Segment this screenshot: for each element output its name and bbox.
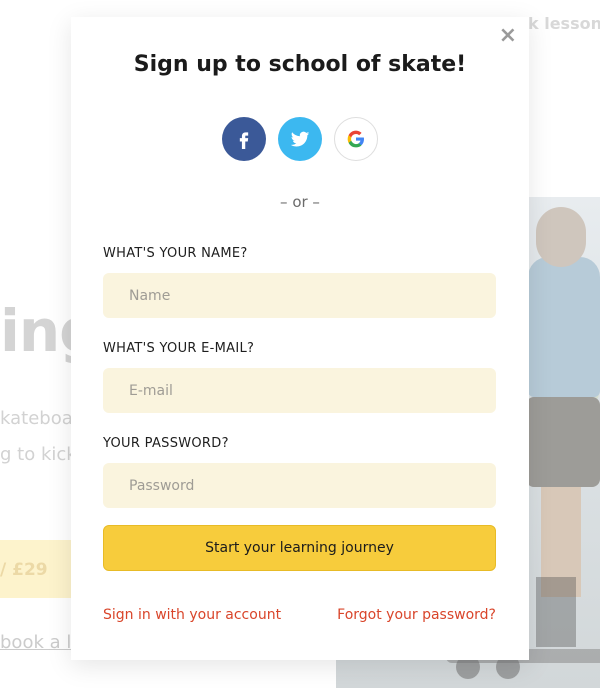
price-fragment: / £29 [0, 560, 48, 580]
start-learning-button[interactable]: Start your learning journey [103, 525, 496, 571]
name-label: WHAT'S YOUR NAME? [103, 246, 248, 261]
sign-in-link[interactable]: Sign in with your account [103, 607, 281, 623]
password-input[interactable] [103, 463, 496, 508]
hero-text-line-2: g to kick [0, 444, 77, 465]
password-label: YOUR PASSWORD? [103, 436, 229, 451]
close-icon[interactable]: × [499, 25, 517, 47]
or-divider: – or – [280, 193, 320, 211]
facebook-login-button[interactable] [222, 117, 266, 161]
facebook-icon [239, 132, 249, 149]
signup-modal: × Sign up to school of skate! – or – WHA… [71, 17, 529, 660]
nav-link-fragment[interactable]: k lesson [528, 14, 600, 33]
forgot-password-link[interactable]: Forgot your password? [337, 607, 496, 623]
twitter-icon [290, 131, 310, 147]
google-login-button[interactable] [334, 117, 378, 161]
email-input[interactable] [103, 368, 496, 413]
google-icon [347, 130, 364, 148]
email-label: WHAT'S YOUR E-MAIL? [103, 341, 255, 356]
modal-title: Sign up to school of skate! [133, 52, 467, 77]
name-input[interactable] [103, 273, 496, 318]
hero-text-line-1: kateboar [0, 408, 81, 429]
twitter-login-button[interactable] [278, 117, 322, 161]
social-login-group [71, 117, 529, 161]
